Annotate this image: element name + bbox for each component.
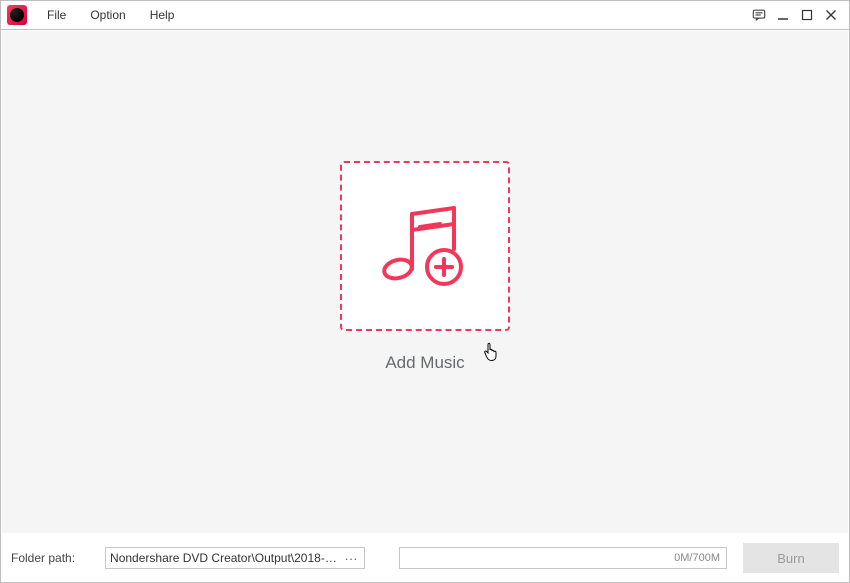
- capacity-text: 0M/700M: [674, 552, 720, 564]
- folder-path-label: Folder path:: [11, 551, 75, 565]
- minimize-button[interactable]: [771, 3, 795, 27]
- maximize-button[interactable]: [795, 3, 819, 27]
- app-icon: [7, 5, 27, 25]
- menu-option[interactable]: Option: [78, 4, 137, 26]
- music-add-icon: [370, 191, 480, 301]
- browse-folder-button[interactable]: ···: [342, 551, 360, 566]
- burn-button[interactable]: Burn: [743, 543, 839, 573]
- close-button[interactable]: [819, 3, 843, 27]
- main-area: Add Music: [2, 31, 848, 533]
- title-bar: File Option Help: [1, 1, 849, 30]
- add-music-dropzone[interactable]: [340, 161, 510, 331]
- folder-path-input[interactable]: [110, 551, 342, 565]
- add-music-label: Add Music: [385, 353, 464, 373]
- menu-file[interactable]: File: [35, 4, 78, 26]
- capacity-bar: 0M/700M: [399, 547, 727, 569]
- menu-help[interactable]: Help: [138, 4, 187, 26]
- hand-cursor-icon: [482, 342, 500, 362]
- feedback-icon[interactable]: [747, 3, 771, 27]
- folder-path-input-wrap: ···: [105, 547, 365, 569]
- footer-bar: Folder path: ··· 0M/700M Burn: [1, 534, 849, 582]
